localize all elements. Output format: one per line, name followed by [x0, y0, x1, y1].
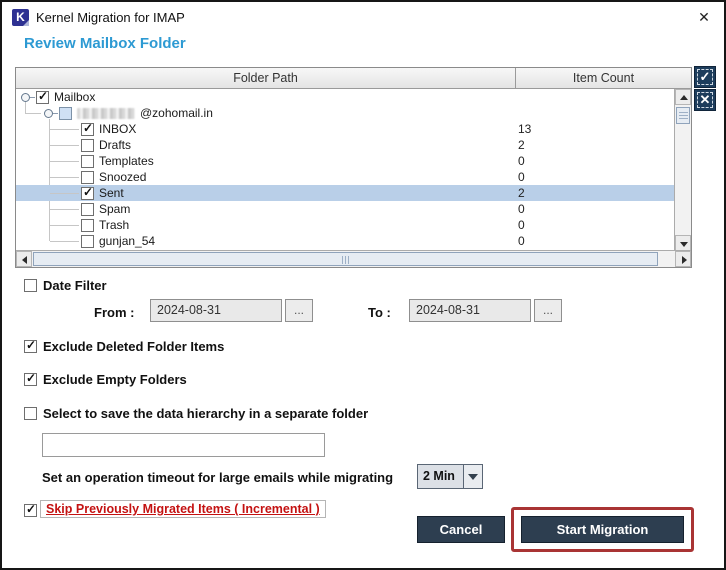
vertical-scrollbar[interactable]: [674, 89, 691, 251]
vertical-scrollbar-thumb[interactable]: [676, 107, 690, 124]
tree-checkbox[interactable]: [81, 187, 94, 200]
timeout-label: Set an operation timeout for large email…: [42, 470, 393, 485]
tree-checkbox[interactable]: [81, 171, 94, 184]
tree-row[interactable]: Templates 0: [16, 153, 674, 169]
exclude-deleted-label: Exclude Deleted Folder Items: [43, 339, 224, 354]
column-header-folder-path[interactable]: Folder Path: [16, 68, 516, 88]
scroll-right-button[interactable]: [675, 251, 691, 267]
tree-label: Snoozed: [99, 170, 146, 184]
tree-row[interactable]: INBOX 13: [16, 121, 674, 137]
skip-migrated-label: Skip Previously Migrated Items ( Increme…: [40, 500, 326, 518]
save-hierarchy-checkbox[interactable]: [24, 407, 37, 420]
tree-expand-handle[interactable]: [44, 105, 59, 121]
tree-expand-handle[interactable]: [21, 89, 36, 105]
horizontal-scrollbar-thumb[interactable]: [33, 252, 658, 266]
horizontal-scrollbar[interactable]: [16, 250, 691, 267]
tree-label: @zohomail.in: [140, 106, 213, 120]
select-all-button[interactable]: ✓: [694, 66, 716, 88]
app-icon: K: [12, 9, 29, 26]
from-label: From :: [94, 305, 134, 320]
timeout-select[interactable]: 2 Min: [417, 464, 483, 489]
tree-label: Sent: [99, 186, 124, 200]
chevron-down-icon[interactable]: [463, 465, 482, 488]
scroll-left-button[interactable]: [16, 251, 32, 267]
tree-label: Drafts: [99, 138, 131, 152]
tree-row[interactable]: Snoozed 0: [16, 169, 674, 185]
item-count: 13: [518, 122, 531, 136]
tree-checkbox[interactable]: [81, 203, 94, 216]
tree-checkbox[interactable]: [81, 235, 94, 248]
deselect-all-button[interactable]: ✕: [694, 89, 716, 111]
item-count: 0: [518, 154, 525, 168]
timeout-selected-value: 2 Min: [418, 465, 463, 488]
tree-row[interactable]: Trash 0: [16, 217, 674, 233]
tree-checkbox[interactable]: [81, 123, 94, 136]
tree-label: Trash: [99, 218, 129, 232]
page-title: Review Mailbox Folder: [24, 35, 186, 52]
tree-label: Spam: [99, 202, 130, 216]
item-count: 0: [518, 170, 525, 184]
tree-checkbox[interactable]: [81, 219, 94, 232]
tree-row[interactable]: Drafts 2: [16, 137, 674, 153]
item-count: 2: [518, 138, 525, 152]
titlebar: K Kernel Migration for IMAP ✕: [2, 2, 724, 32]
close-icon[interactable]: ✕: [695, 8, 713, 26]
to-date-browse-button[interactable]: ...: [534, 299, 562, 322]
migration-dialog: K Kernel Migration for IMAP ✕ Review Mai…: [0, 0, 726, 570]
tree-row[interactable]: Mailbox: [16, 89, 674, 105]
exclude-deleted-checkbox[interactable]: [24, 340, 37, 353]
date-filter-label: Date Filter: [43, 278, 107, 293]
tree-row[interactable]: Sent 2: [16, 185, 674, 201]
folder-tree-body: Mailbox@zohomail.inINBOX13Drafts2Templat…: [16, 89, 691, 251]
hierarchy-folder-input[interactable]: [42, 433, 325, 457]
item-count: 2: [518, 186, 525, 200]
tree-label: Templates: [99, 154, 154, 168]
exclude-empty-checkbox[interactable]: [24, 373, 37, 386]
start-migration-button[interactable]: Start Migration: [521, 516, 684, 543]
date-filter-checkbox[interactable]: [24, 279, 37, 292]
tree-checkbox[interactable]: [81, 155, 94, 168]
save-hierarchy-label: Select to save the data hierarchy in a s…: [43, 406, 368, 421]
window-title: Kernel Migration for IMAP: [36, 10, 185, 25]
from-date-browse-button[interactable]: ...: [285, 299, 313, 322]
tree-row[interactable]: Spam 0: [16, 201, 674, 217]
skip-migrated-checkbox[interactable]: [24, 504, 37, 517]
folder-table: Folder Path Item Count Mailbox @zohomail.…: [15, 67, 692, 268]
item-count: 0: [518, 202, 525, 216]
exclude-empty-label: Exclude Empty Folders: [43, 372, 187, 387]
tree-checkbox[interactable]: [81, 139, 94, 152]
table-header: Folder Path Item Count: [16, 68, 691, 89]
tree-checkbox[interactable]: [59, 107, 72, 120]
tree-label: INBOX: [99, 122, 136, 136]
to-label: To :: [368, 305, 391, 320]
tree-label: Mailbox: [54, 90, 95, 104]
tree-row[interactable]: gunjan_54 0: [16, 233, 674, 249]
to-date-field[interactable]: 2024-08-31: [409, 299, 531, 322]
column-header-item-count[interactable]: Item Count: [516, 68, 691, 88]
item-count: 0: [518, 234, 525, 248]
tree-row[interactable]: @zohomail.in: [16, 105, 674, 121]
redacted-email-blur: [77, 108, 135, 119]
scroll-up-button[interactable]: [675, 89, 691, 105]
tree-label: gunjan_54: [99, 234, 155, 248]
tree-checkbox[interactable]: [36, 91, 49, 104]
item-count: 0: [518, 218, 525, 232]
scroll-down-button[interactable]: [675, 235, 691, 251]
cancel-button[interactable]: Cancel: [417, 516, 505, 543]
from-date-field[interactable]: 2024-08-31: [150, 299, 282, 322]
